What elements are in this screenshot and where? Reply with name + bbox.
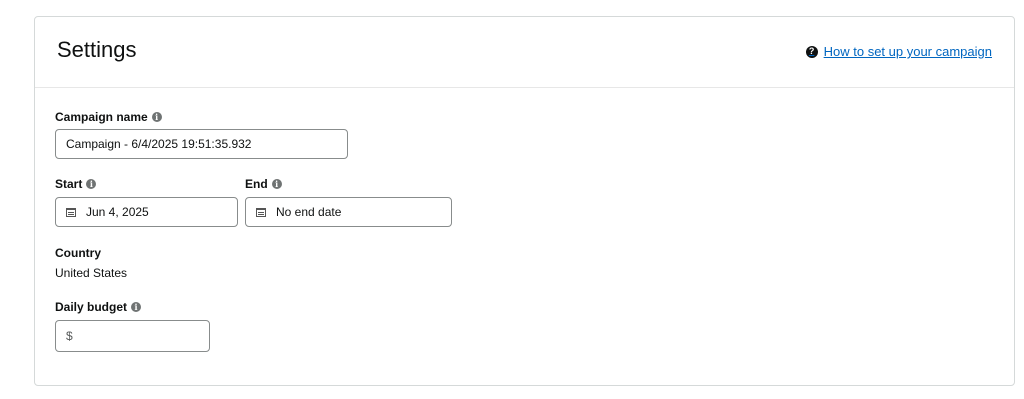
campaign-name-label: Campaign name i xyxy=(55,110,162,124)
country-value: United States xyxy=(55,266,128,280)
end-label: End i xyxy=(245,177,282,191)
campaign-name-input[interactable]: Campaign - 6/4/2025 19:51:35.932 xyxy=(55,129,348,159)
info-icon[interactable]: i xyxy=(271,179,282,189)
start-date-value: Jun 4, 2025 xyxy=(86,205,149,219)
calendar-icon xyxy=(256,207,266,217)
daily-budget-input[interactable]: $ xyxy=(55,320,210,352)
question-circle-icon: ? xyxy=(805,45,818,58)
campaign-name-label-text: Campaign name xyxy=(55,110,148,124)
daily-budget-label-text: Daily budget xyxy=(55,300,128,314)
country-label: Country xyxy=(55,246,101,260)
info-icon[interactable]: i xyxy=(131,302,142,312)
help-link[interactable]: ? How to set up your campaign xyxy=(805,44,992,59)
help-link-label[interactable]: How to set up your campaign xyxy=(824,44,992,59)
settings-panel: Settings ? How to set up your campaign C… xyxy=(34,16,1015,386)
calendar-icon xyxy=(66,207,76,217)
end-date-value: No end date xyxy=(276,205,342,219)
end-date-picker[interactable]: No end date xyxy=(245,197,452,227)
start-date-picker[interactable]: Jun 4, 2025 xyxy=(55,197,238,227)
end-label-text: End xyxy=(245,177,268,191)
settings-header: Settings ? How to set up your campaign xyxy=(35,17,1014,88)
page-title: Settings xyxy=(57,37,137,62)
country-label-text: Country xyxy=(55,246,101,260)
start-label: Start i xyxy=(55,177,97,191)
currency-symbol: $ xyxy=(66,329,73,343)
start-label-text: Start xyxy=(55,177,83,191)
info-icon[interactable]: i xyxy=(86,179,97,189)
daily-budget-label: Daily budget i xyxy=(55,300,142,314)
campaign-name-value: Campaign - 6/4/2025 19:51:35.932 xyxy=(66,137,252,151)
info-icon[interactable]: i xyxy=(151,112,162,122)
